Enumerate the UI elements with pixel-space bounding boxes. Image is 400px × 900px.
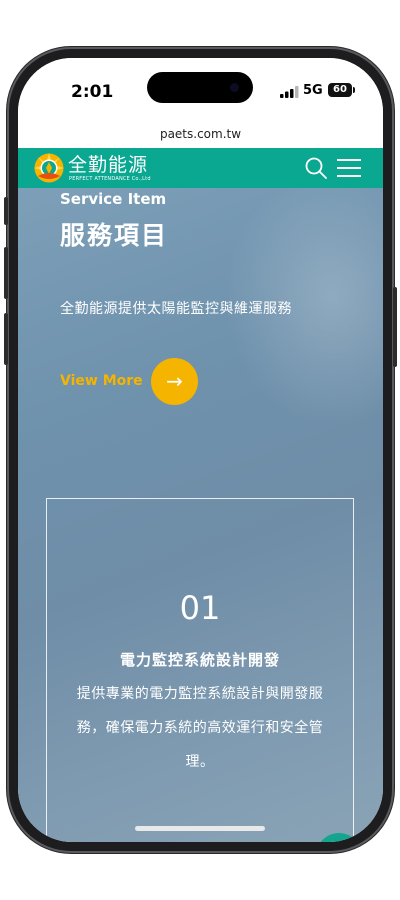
logo-subtitle: PERFECT ATTENDANCE Co.,Ltd [69, 176, 151, 182]
service-title: 電力監控系統設計開發 [119, 651, 280, 669]
back-to-top-button[interactable] [316, 833, 362, 842]
section-eyebrow: Service Item [60, 190, 167, 208]
site-header: 全勤能源 PERFECT ATTENDANCE Co.,Ltd [18, 148, 383, 188]
service-hero-section: Service Item 服務項目 全勤能源提供太陽能監控與維運服務 View … [18, 188, 383, 842]
search-icon[interactable] [304, 156, 328, 180]
home-indicator[interactable] [135, 826, 265, 831]
action-button [4, 197, 8, 225]
phone-screen: 2:01 5G 60 paets.com.tw 全勤能源 PERFECT ATT… [18, 58, 383, 842]
address-bar[interactable]: paets.com.tw [18, 120, 383, 148]
status-bar: 2:01 5G 60 [18, 58, 383, 120]
service-number: 01 [179, 589, 221, 627]
view-more-label: View More [60, 373, 143, 389]
network-type: 5G [303, 83, 323, 98]
power-button [393, 287, 397, 367]
section-title: 服務項目 [60, 221, 169, 250]
battery-icon: 60 [328, 83, 352, 97]
arrow-up-icon [316, 833, 362, 842]
arrow-right-icon[interactable]: → [151, 358, 198, 405]
phone-frame: 2:01 5G 60 paets.com.tw 全勤能源 PERFECT ATT… [4, 47, 397, 853]
view-more-button[interactable]: View More → [60, 358, 210, 408]
url-text: paets.com.tw [159, 127, 242, 141]
status-time: 2:01 [71, 82, 114, 102]
battery-tip [353, 87, 355, 93]
hamburger-menu-icon[interactable] [336, 157, 362, 179]
dynamic-island [147, 72, 253, 103]
camera-icon [230, 83, 239, 92]
sun-logo-icon[interactable] [33, 152, 65, 184]
volume-up-button [4, 247, 8, 299]
logo-text[interactable]: 全勤能源 [68, 150, 148, 177]
signal-strength-icon [280, 86, 299, 98]
service-description: 提供專業的電力監控系統設計與開發服務，確保電力系統的高效運行和安全管理。 [76, 686, 324, 770]
section-description: 全勤能源提供太陽能監控與維運服務 [60, 301, 292, 317]
volume-down-button [4, 313, 8, 365]
service-card[interactable]: 01 電力監控系統設計開發 提供專業的電力監控系統設計與開發服務，確保電力系統的… [46, 498, 354, 842]
